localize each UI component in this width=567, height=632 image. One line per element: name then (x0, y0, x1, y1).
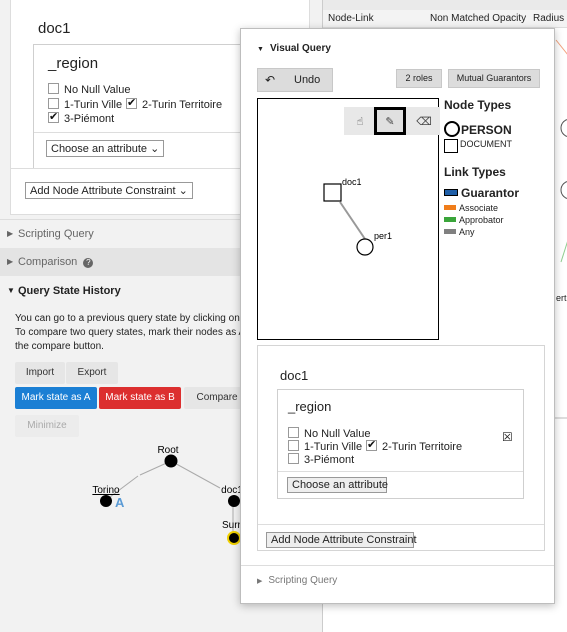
tree-edge (170, 460, 221, 489)
doc-title: doc1 (38, 20, 71, 37)
swatch-any (444, 229, 456, 234)
tree-node-current[interactable] (227, 531, 241, 545)
option-no-null[interactable]: No Null Value (48, 83, 130, 96)
query-node-doc-label: doc1 (342, 177, 362, 187)
overlay-doc-title: doc1 (280, 368, 309, 383)
overlay-region-title: _region (288, 399, 332, 414)
export-button[interactable]: Export (66, 362, 118, 384)
checkbox[interactable] (288, 440, 299, 451)
option-turin-territoire[interactable]: 2-Turin Territoire (126, 96, 222, 111)
option-piemont[interactable]: 3-Piémont (48, 110, 114, 125)
checkbox[interactable] (288, 453, 299, 464)
canvas-toolbar: ☝ ✎ ⌫ (344, 107, 440, 135)
two-roles-button[interactable]: 2 roles (396, 69, 442, 88)
tree-mark-a: A (115, 495, 125, 510)
circle-icon (444, 121, 460, 137)
overlay-option-piemont[interactable]: 3-Piémont (288, 453, 354, 466)
query-node-doc[interactable] (323, 183, 342, 202)
eraser-icon[interactable]: ⌫ (408, 107, 440, 135)
checkbox[interactable] (48, 98, 59, 109)
remove-constraint-icon[interactable]: ☒ (502, 430, 513, 444)
mark-state-b-button[interactable]: Mark state as B (99, 387, 181, 409)
swatch-guarantor (444, 189, 458, 196)
link-type-associate[interactable]: Associate (444, 203, 498, 213)
query-node-per[interactable] (356, 238, 374, 256)
graph-edge (555, 39, 567, 55)
checkbox[interactable] (48, 83, 59, 94)
undo-icon: ↶ (265, 73, 276, 87)
overlay-option-turin-territoire[interactable]: 2-Turin Territoire (366, 438, 462, 453)
region-title: _region (48, 55, 99, 72)
tree-label-root: Root (157, 445, 178, 456)
query-node-per-label: per1 (374, 231, 392, 241)
tree-label-surr: Surr (222, 520, 242, 531)
link-type-guarantor[interactable]: Guarantor (444, 186, 519, 200)
undo-button[interactable]: ↶ Undo (257, 68, 333, 92)
graph-edge (560, 241, 567, 263)
overlay-region-box: _region No Null Value 1-Turin Ville 2-Tu… (277, 389, 524, 499)
import-button[interactable]: Import (15, 362, 65, 384)
edit-pencil-icon[interactable]: ✎ (374, 107, 406, 135)
overlay-node-constraint-card: doc1 _region No Null Value 1-Turin Ville… (257, 345, 545, 551)
graph-node[interactable] (560, 118, 567, 138)
node-type-person[interactable]: PERSON (444, 121, 512, 137)
swatch-approbator (444, 217, 456, 222)
overlay-add-constraint[interactable]: Add Node Attribute Constraint (266, 532, 417, 548)
query-edge[interactable] (339, 201, 366, 240)
option-turin-ville[interactable]: 1-Turin Ville (48, 98, 122, 111)
visual-query-header[interactable]: ▼ Visual Query (257, 43, 331, 54)
overlay-option-no-null[interactable]: No Null Value (288, 427, 370, 440)
overlay-option-turin-ville[interactable]: 1-Turin Ville (288, 440, 362, 453)
partial-label: ert (556, 293, 567, 303)
help-icon[interactable]: ? (83, 258, 94, 268)
link-types-title: Link Types (444, 165, 506, 179)
mutual-guarantors-button[interactable]: Mutual Guarantors (448, 69, 540, 88)
square-icon (444, 139, 458, 153)
caret-right-icon: ▶ (7, 257, 14, 266)
tree-node-doc1[interactable] (228, 495, 240, 507)
tree-node-torino[interactable] (100, 495, 112, 507)
link-type-any[interactable]: Any (444, 227, 475, 237)
caret-down-icon: ▼ (7, 286, 15, 295)
caret-down-icon: ▼ (257, 46, 264, 53)
overlay-choose-attribute[interactable]: Choose an attribute (287, 477, 388, 493)
checkbox[interactable] (288, 427, 299, 438)
node-types-title: Node Types (444, 98, 512, 112)
caret-right-icon: ▶ (7, 229, 14, 238)
graph-node[interactable] (560, 180, 567, 200)
history-description-1: You can go to a previous query state by … (15, 313, 263, 324)
overlay-scripting-query-header[interactable]: ▶ Scripting Query (257, 575, 337, 586)
add-constraint-select[interactable]: Add Node Attribute Constraint ⌄ (25, 182, 193, 199)
node-type-document[interactable]: DOCUMENT (444, 139, 512, 153)
caret-right-icon: ▶ (257, 578, 263, 585)
link-type-approbator[interactable]: Approbator (444, 215, 504, 225)
swatch-associate (444, 205, 456, 210)
checkbox-checked[interactable] (48, 110, 59, 123)
checkbox-checked[interactable] (366, 438, 377, 451)
history-description-3: the compare button. (15, 341, 104, 352)
region-constraint-box: _region No Null Value 1-Turin Ville 2-Tu… (33, 44, 273, 169)
pan-hand-icon[interactable]: ☝ (344, 107, 376, 135)
choose-attribute-select[interactable]: Choose an attribute ⌄ (46, 140, 165, 157)
query-graph: doc1 per1 (323, 177, 392, 256)
tree-node-root[interactable] (164, 454, 178, 468)
mark-state-a-button[interactable]: Mark state as A (15, 387, 97, 409)
checkbox-checked[interactable] (126, 96, 137, 109)
history-description-2: To compare two query states, mark their … (15, 327, 259, 338)
visual-query-panel: ▼ Visual Query ↶ Undo 2 roles Mutual Guar… (240, 28, 555, 604)
